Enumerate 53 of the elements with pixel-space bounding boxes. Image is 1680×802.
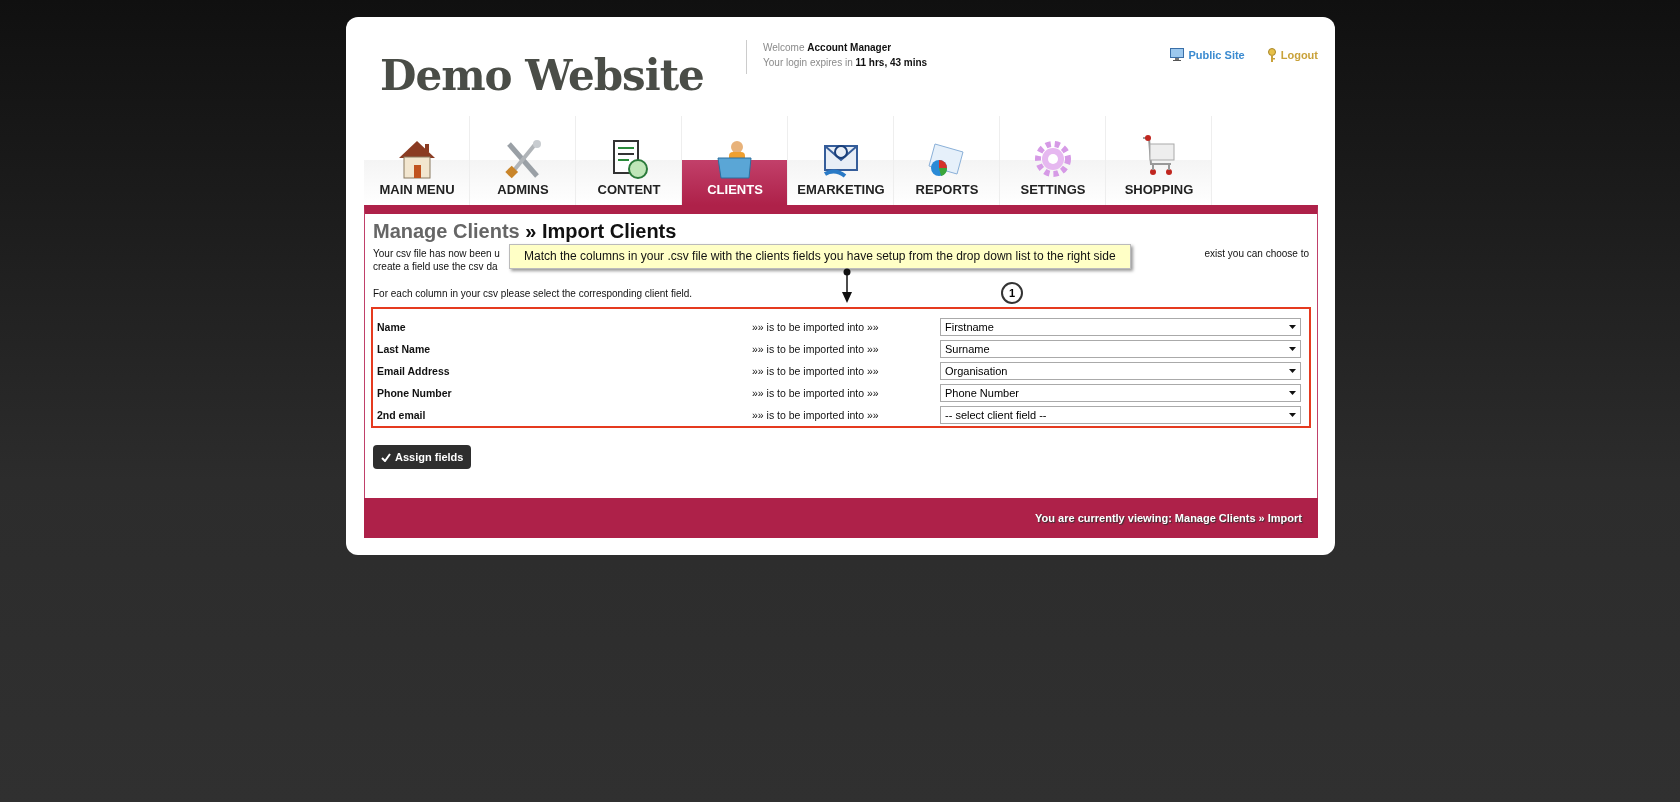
person-folder-icon <box>715 138 755 180</box>
intro-text: exist you can choose to <box>1204 247 1309 260</box>
mapping-label: »» is to be imported into »» <box>752 365 880 377</box>
column-label: Name <box>377 321 407 333</box>
callout-number: 1 <box>1001 282 1023 304</box>
column-label: Phone Number <box>377 387 453 399</box>
caret-icon <box>1289 325 1296 329</box>
field-dropdown[interactable]: Phone Number <box>940 384 1301 402</box>
nav-tab[interactable]: EMARKETING <box>788 116 894 205</box>
mapping-label: »» is to be imported into »» <box>752 409 880 421</box>
caret-icon <box>1289 369 1296 373</box>
pointer-arrow <box>841 268 853 304</box>
nav-tab[interactable]: REPORTS <box>894 116 1000 205</box>
tools-icon <box>503 138 543 180</box>
expiry-time: 11 hrs, 43 mins <box>855 57 928 68</box>
field-dropdown[interactable]: Surname <box>940 340 1301 358</box>
column-label: Email Address <box>377 365 451 377</box>
footer-text: You are currently viewing: Manage Clients » Import <box>1035 512 1302 524</box>
mapping-label: »» is to be imported into »» <box>752 343 880 355</box>
mapping-label: »» is to be imported into »» <box>752 321 880 333</box>
nav-tab[interactable]: MAIN MENU <box>364 116 470 205</box>
field-dropdown[interactable]: -- select client field -- <box>940 406 1301 424</box>
tooltip: Match the columns in your .csv file with the clients fields you have setup from the drop down list to the right side <box>509 244 1131 269</box>
column-label: 2nd email <box>377 409 427 421</box>
mapping-label: »» is to be imported into »» <box>752 387 880 399</box>
house-icon <box>397 138 437 180</box>
gear-icon <box>1033 138 1073 180</box>
check-icon <box>381 452 391 462</box>
field-dropdown[interactable]: Organisation <box>940 362 1301 380</box>
site-link[interactable]: Public Site <box>1170 48 1245 61</box>
intro-text: create a field use the csv da <box>373 260 498 273</box>
expiry-label: Your login expires in <box>763 57 853 68</box>
intro-text: Your csv file has now been u <box>373 247 500 260</box>
user-name: Account Manager <box>807 42 892 53</box>
welcome-label: Welcome <box>763 42 805 53</box>
column-label: Last Name <box>377 343 432 355</box>
nav-tab[interactable]: CONTENT <box>576 116 682 205</box>
nav-tab[interactable]: SETTINGS <box>1000 116 1106 205</box>
breadcrumb-link[interactable]: Manage Clients <box>373 220 520 242</box>
caret-icon <box>1289 391 1296 395</box>
page-title: Import Clients <box>541 220 677 242</box>
monitor-icon <box>1170 48 1185 61</box>
caret-icon <box>1289 413 1296 417</box>
field-dropdown[interactable]: Firstname <box>940 318 1301 336</box>
instruction-text: For each column in your csv please select the corresponding client field. <box>373 288 693 299</box>
caret-icon <box>1289 347 1296 351</box>
assign-button[interactable]: Assign fields <box>373 445 472 469</box>
key-icon <box>1266 48 1277 62</box>
nav-tab[interactable]: SHOPPING <box>1106 116 1212 205</box>
nav-tab[interactable]: CLIENTS <box>682 116 788 205</box>
breadcrumb-separator: » <box>525 220 537 242</box>
site-logo: Demo Website <box>380 51 705 102</box>
nav-tab[interactable]: ADMINS <box>470 116 576 205</box>
